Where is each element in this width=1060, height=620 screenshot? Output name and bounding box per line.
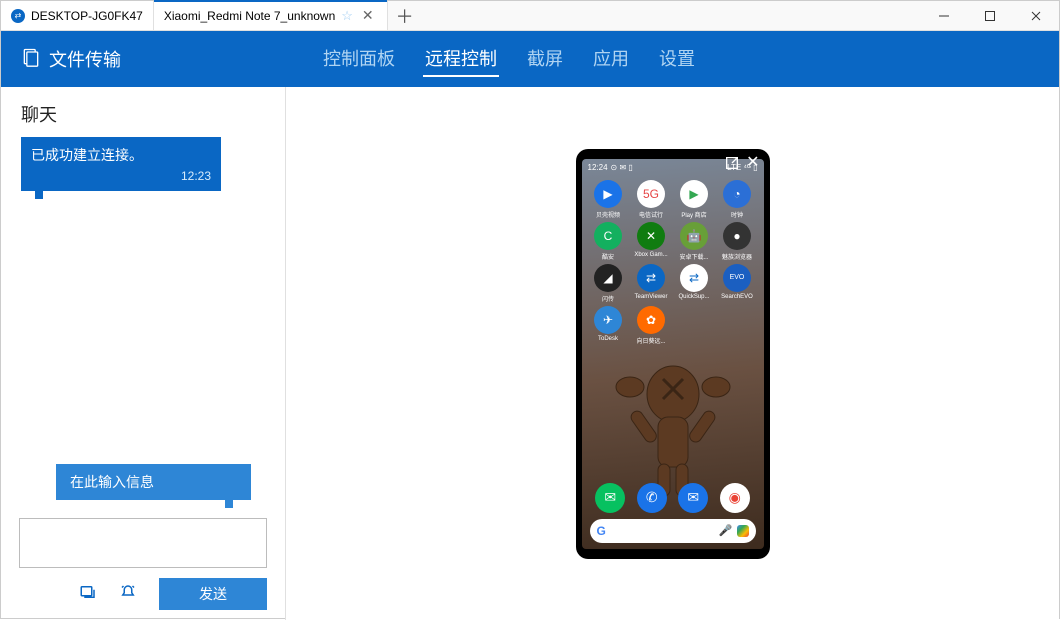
device-frame: ✕ 12:24⊙ ✉ ▯ LTE ⁴ᴳ ▯ ▶贝壳视频5G电信试行▶Play 商… [576, 149, 770, 559]
app-icon[interactable]: ●魅族浏览器 [717, 222, 758, 261]
section-title: 文件传输 [21, 46, 121, 72]
window-titlebar: ⇄ DESKTOP-JG0FK47 Xiaomi_Redmi Note 7_un… [1, 1, 1059, 31]
remote-view: ✕ 12:24⊙ ✉ ▯ LTE ⁴ᴳ ▯ ▶贝壳视频5G电信试行▶Play 商… [286, 87, 1059, 620]
google-logo-icon: G [597, 524, 606, 538]
dock-app-icon[interactable]: ✆ [637, 483, 667, 513]
new-tab-button[interactable]: ＋ [388, 1, 422, 30]
chat-sidebar: 聊天 已成功建立连接。 12:23 在此输入信息 发送 [1, 87, 286, 620]
nudge-bell-icon[interactable] [119, 583, 137, 606]
chat-messages: 已成功建立连接。 12:23 [1, 137, 285, 191]
main-nav: 控制面板 远程控制 截屏 应用 设置 [321, 41, 697, 77]
app-icon[interactable]: C酷安 [588, 222, 629, 261]
chat-actions: 发送 [1, 578, 285, 620]
app-header: 文件传输 控制面板 远程控制 截屏 应用 设置 [1, 31, 1059, 87]
chat-input[interactable] [19, 518, 267, 568]
chat-time: 12:23 [31, 169, 211, 183]
app-grid: ▶贝壳视频5G电信试行▶Play 商店◔时钟 C酷安✕Xbox Gam...🤖安卓… [582, 176, 764, 349]
teamviewer-logo-icon: ⇄ [11, 9, 25, 23]
app-icon[interactable]: ✕Xbox Gam... [631, 222, 672, 261]
screenshot-icon[interactable] [79, 583, 97, 606]
tab-label: Xiaomi_Redmi Note 7_unknown [164, 9, 335, 23]
mic-icon[interactable]: 🎤 [719, 524, 733, 537]
app-icon[interactable]: 5G电信试行 [631, 180, 672, 219]
chat-input-hint: 在此输入信息 [56, 464, 251, 500]
dock-app-icon[interactable]: ✉ [678, 483, 708, 513]
tab-close-icon[interactable]: ✕ [359, 7, 377, 24]
nav-settings[interactable]: 设置 [657, 41, 697, 77]
device-close-icon[interactable]: ✕ [746, 155, 759, 174]
nav-remote-control[interactable]: 远程控制 [423, 41, 499, 77]
app-icon[interactable]: ▶贝壳视频 [588, 180, 629, 219]
app-icon[interactable]: ◢闪传 [588, 264, 629, 303]
window-controls [921, 1, 1059, 30]
nav-screenshot[interactable]: 截屏 [525, 41, 565, 77]
app-tab-0[interactable]: ⇄ DESKTOP-JG0FK47 [1, 1, 154, 30]
app-icon[interactable]: ▶Play 商店 [674, 180, 715, 219]
dock-app-icon[interactable]: ✉ [595, 483, 625, 513]
minimize-button[interactable] [921, 1, 967, 30]
app-icon[interactable]: 🤖安卓下载... [674, 222, 715, 261]
file-transfer-icon [21, 47, 41, 72]
dock-app-icon[interactable]: ◉ [720, 483, 750, 513]
nav-apps[interactable]: 应用 [591, 41, 631, 77]
popout-icon[interactable] [724, 155, 740, 174]
lens-icon[interactable] [737, 525, 749, 537]
google-search-bar[interactable]: G 🎤 [590, 519, 756, 543]
app-icon[interactable]: ⇄TeamViewer [631, 264, 672, 303]
close-button[interactable] [1013, 1, 1059, 30]
dock: ✉ ✆ ✉ ◉ [582, 483, 764, 513]
device-screen[interactable]: 12:24⊙ ✉ ▯ LTE ⁴ᴳ ▯ ▶贝壳视频5G电信试行▶Play 商店◔… [582, 159, 764, 549]
app-tab-1[interactable]: Xiaomi_Redmi Note 7_unknown ☆ ✕ [154, 1, 388, 30]
tab-label: DESKTOP-JG0FK47 [31, 9, 143, 23]
app-icon[interactable]: EVOSearchEVO [717, 264, 758, 303]
maximize-button[interactable] [967, 1, 1013, 30]
app-icon[interactable]: ◔时钟 [717, 180, 758, 219]
app-icon[interactable]: ⇄QuickSup... [674, 264, 715, 303]
nav-control-panel[interactable]: 控制面板 [321, 41, 397, 77]
chat-title: 聊天 [1, 87, 285, 137]
send-button[interactable]: 发送 [159, 578, 267, 610]
favorite-star-icon[interactable]: ☆ [341, 8, 353, 24]
chat-text: 已成功建立连接。 [31, 147, 143, 163]
chat-bubble: 已成功建立连接。 12:23 [21, 137, 221, 191]
